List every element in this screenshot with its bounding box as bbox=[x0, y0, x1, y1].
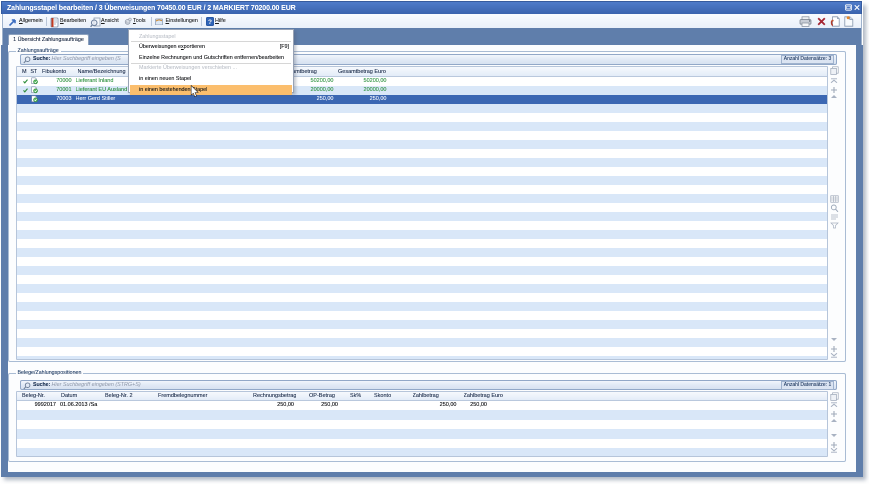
svg-text:?: ? bbox=[208, 19, 212, 26]
